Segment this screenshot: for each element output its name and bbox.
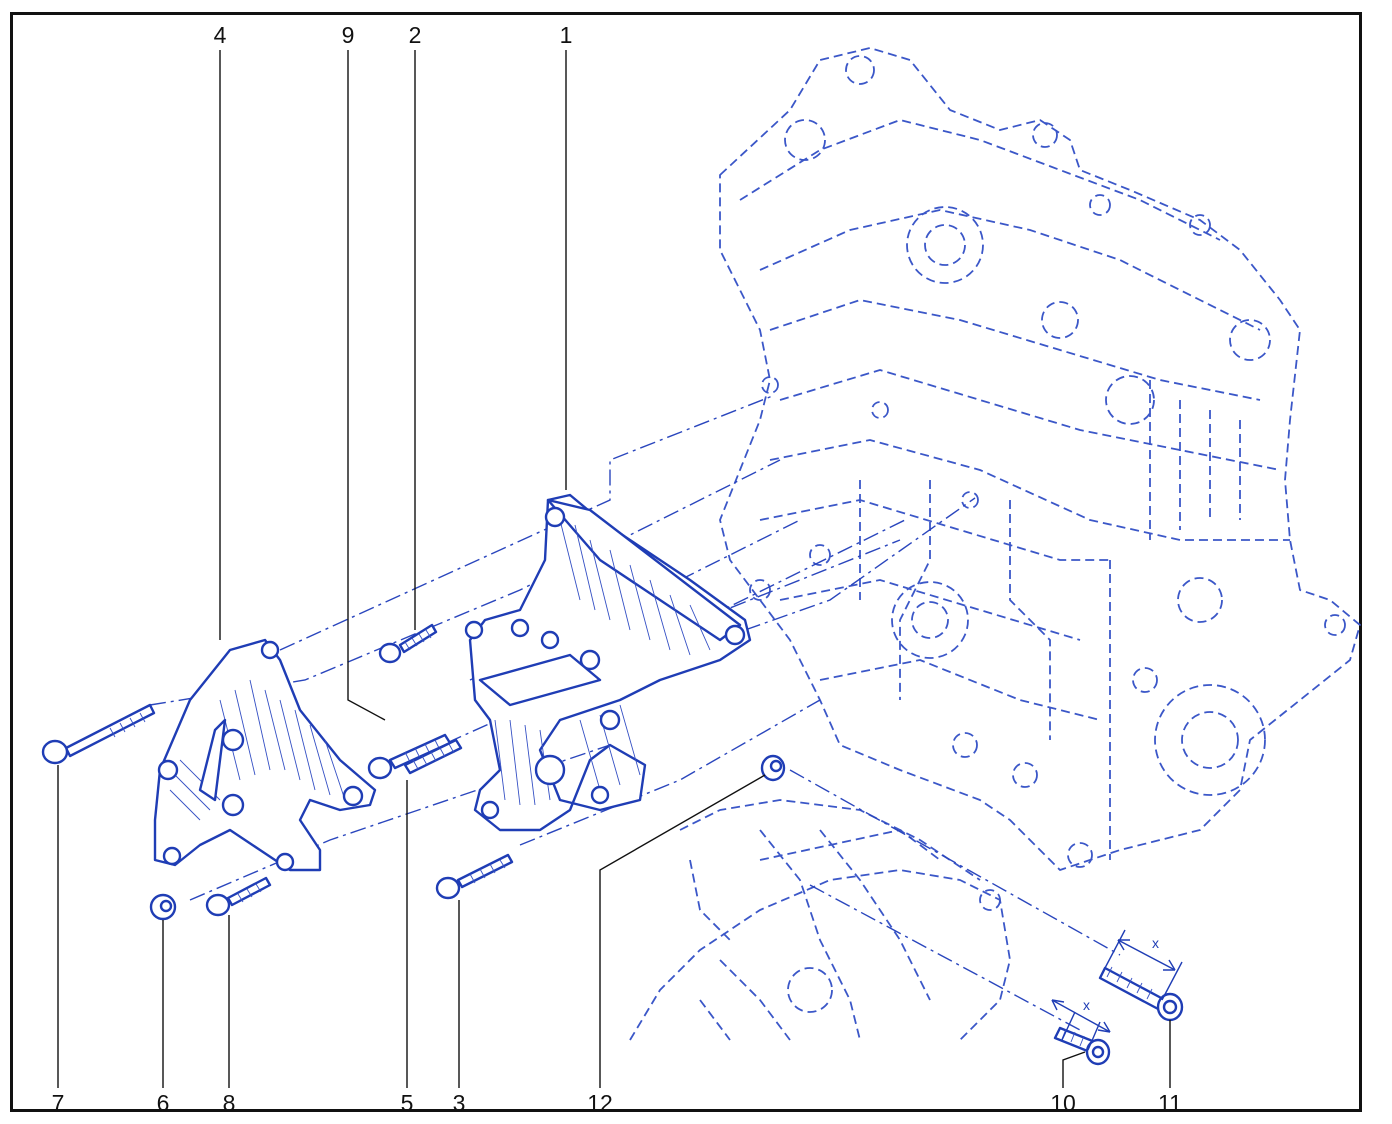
exploded-view-drawing: x x [41, 47, 1361, 1088]
nut-6 [149, 893, 177, 921]
dimension-x-lower-label: x [1083, 997, 1090, 1013]
callout-9: 9 [341, 22, 355, 48]
starter-motor-ghost [629, 799, 1011, 1041]
callout-4: 4 [213, 22, 227, 48]
engine-block-ghost [719, 47, 1361, 871]
bolt-8 [205, 876, 272, 917]
callout-3: 3 [452, 1090, 466, 1116]
bolt-10 [1053, 1026, 1111, 1066]
bolt-2 [378, 623, 438, 664]
callout-6: 6 [156, 1090, 170, 1116]
bolt-11 [1098, 966, 1184, 1022]
callout-11: 11 [1158, 1090, 1182, 1116]
bracket-1 [464, 493, 752, 832]
nut-12 [760, 754, 786, 782]
dimension-x-upper-label: x [1152, 935, 1159, 951]
bolt-3 [435, 853, 514, 900]
callout-12: 12 [587, 1090, 613, 1116]
callout-7: 7 [51, 1090, 65, 1116]
bracket-4 [153, 638, 377, 872]
callout-8: 8 [222, 1090, 236, 1116]
callout-2: 2 [408, 22, 422, 48]
callout-10: 10 [1050, 1090, 1076, 1116]
callout-1: 1 [559, 22, 573, 48]
callout-5: 5 [400, 1090, 414, 1116]
bolt-7 [41, 703, 156, 765]
